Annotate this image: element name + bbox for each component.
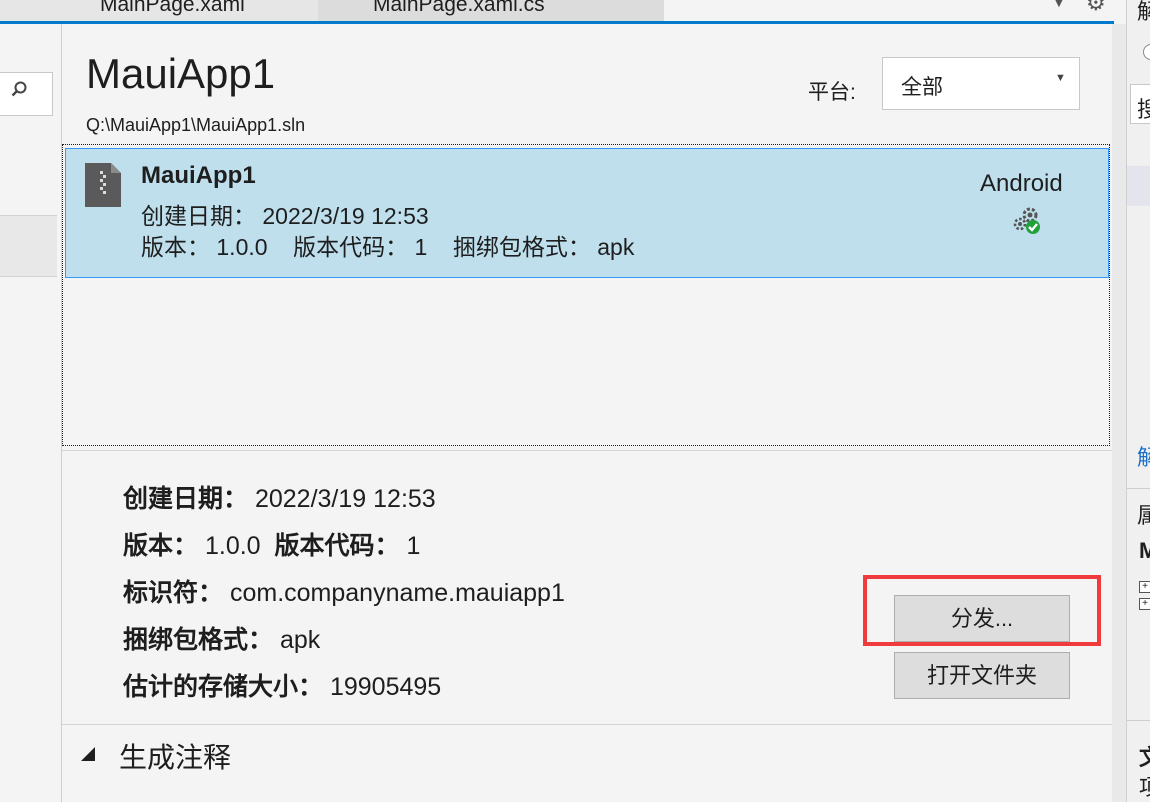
section-divider (62, 724, 1112, 725)
version-label: 版本： (123, 532, 199, 560)
selected-tree-item[interactable] (1127, 166, 1150, 206)
panel-title-fragment: 解 (1137, 0, 1150, 26)
chevron-down-icon: ▼ (1055, 72, 1066, 84)
created-label: 创建日期： (123, 485, 249, 513)
created-value: 2022/3/19 12:53 (254, 485, 436, 513)
version-code-label: 版本代码： (274, 532, 400, 560)
archive-list-item[interactable]: MauiApp1 创建日期： 2022/3/19 12:53 版本： 1.0.0… (65, 148, 1109, 278)
solution-path: Q:\MauiApp1\MauiApp1.sln (86, 115, 306, 135)
scrollbar[interactable] (1112, 24, 1126, 802)
open-folder-button[interactable]: 打开文件夹 (894, 652, 1070, 699)
detail-identifier: 标识符： com.companyname.mauiapp1 (123, 573, 565, 609)
archive-manager-panel: MauiApp1 Q:\MauiApp1\MauiApp1.sln 平台: 全部… (62, 24, 1112, 802)
properties-title-fragment: 属 (1137, 498, 1150, 530)
panel-divider (1127, 720, 1150, 721)
detail-bundle-format: 捆绑包格式： apk (123, 620, 320, 656)
size-value: 19905495 (329, 673, 442, 701)
archive-name: MauiApp1 (141, 162, 256, 189)
search-icon[interactable] (11, 81, 27, 97)
panel-divider (1127, 488, 1150, 489)
expand-plus-icon[interactable]: + (1139, 581, 1150, 593)
platform-selected-value: 全部 (901, 76, 943, 99)
platform-dropdown[interactable]: 全部 ▼ (882, 57, 1080, 110)
search-box[interactable] (0, 72, 53, 116)
page-title: MauiApp1 (86, 50, 276, 97)
zip-file-icon (85, 163, 121, 207)
size-label: 估计的存储大小： (123, 673, 324, 701)
version-code-value: 1 (406, 532, 421, 560)
triangle-collapse-icon[interactable] (80, 746, 96, 762)
gear-checkmark-icon (1013, 207, 1040, 234)
tab-list-dropdown-icon[interactable]: ▼ (1052, 0, 1066, 10)
panel-link-fragment[interactable]: 解 (1137, 440, 1150, 472)
detail-created-date: 创建日期： 2022/3/19 12:53 (123, 479, 436, 515)
distribute-button[interactable]: 分发... (894, 595, 1070, 642)
platform-label: 平台: (808, 81, 856, 104)
search-placeholder-fragment: 搜 (1137, 92, 1150, 124)
archive-platform: Android (980, 170, 1063, 197)
build-notes-header[interactable]: 生成注释 (119, 736, 231, 776)
format-label: 捆绑包格式： (123, 626, 274, 654)
identifier-label: 标识符： (123, 579, 224, 607)
archive-list[interactable]: MauiApp1 创建日期： 2022/3/19 12:53 版本： 1.0.0… (62, 144, 1110, 446)
section-divider (62, 450, 1112, 451)
format-value: apk (279, 626, 321, 654)
gear-icon[interactable]: ⚙ (1086, 0, 1106, 16)
tab-mainpage-xaml-cs[interactable]: MainPage.xaml.cs (318, 0, 664, 21)
properties-object-fragment: M (1139, 538, 1150, 564)
description-title-fragment: 文 (1139, 740, 1150, 772)
left-panel-item[interactable] (0, 215, 57, 277)
identifier-value: com.companyname.mauiapp1 (229, 579, 565, 607)
toolbar-radio[interactable] (1143, 44, 1150, 60)
detail-storage-size: 估计的存储大小： 19905495 (123, 667, 441, 703)
left-panel (0, 24, 62, 802)
archive-created-date: 创建日期： 2022/3/19 12:53 (141, 203, 429, 229)
description-text-fragment: 项 (1139, 770, 1150, 802)
solution-explorer-panel: 解 搜 解 属 M + + 文 项 (1126, 0, 1150, 802)
version-value: 1.0.0 (204, 532, 261, 560)
expand-plus-icon[interactable]: + (1139, 598, 1150, 610)
tab-mainpage-xaml[interactable]: MainPage.xaml (0, 0, 318, 21)
archive-version-info: 版本： 1.0.0 版本代码： 1 捆绑包格式： apk (141, 234, 635, 260)
detail-version: 版本： 1.0.0 版本代码： 1 (123, 526, 420, 562)
